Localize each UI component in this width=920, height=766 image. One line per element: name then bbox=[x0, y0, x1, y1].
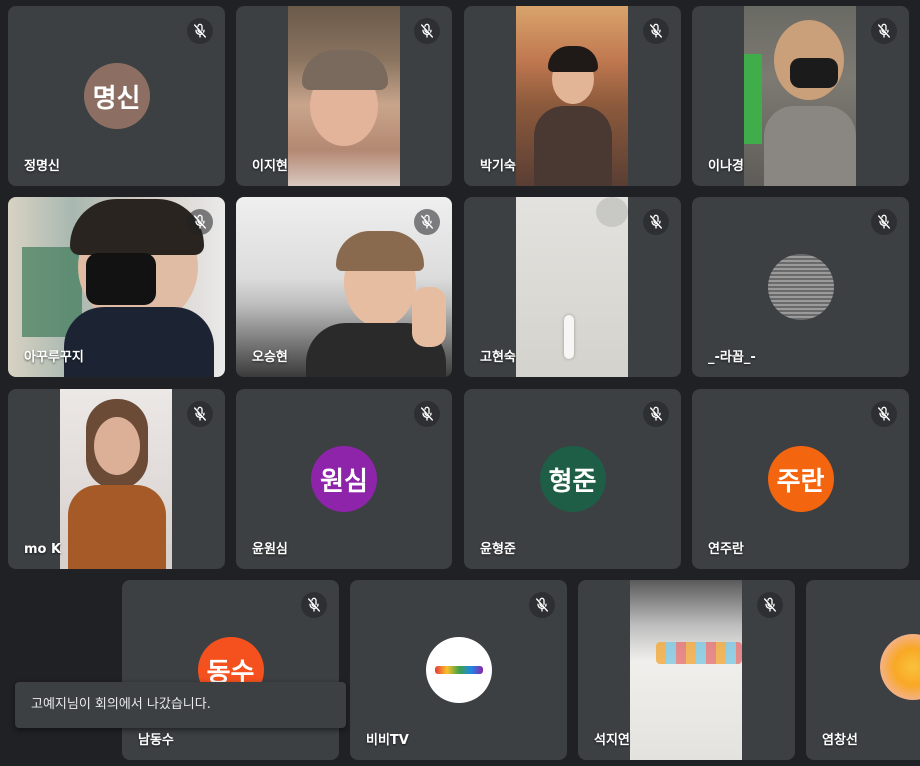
participant-name: 오승현 bbox=[252, 350, 288, 365]
microphone-off-icon bbox=[871, 401, 897, 427]
participant-name: 박기숙 bbox=[480, 159, 516, 174]
participant-tile[interactable]: 박기숙 bbox=[464, 6, 681, 186]
participant-tile[interactable]: 이지현 bbox=[236, 6, 452, 186]
participant-tile[interactable]: _-라꼽_- bbox=[692, 197, 909, 377]
microphone-off-icon bbox=[643, 401, 669, 427]
avatar: 명신 bbox=[83, 63, 150, 129]
participant-name: 석지연 bbox=[594, 733, 630, 748]
video-feed bbox=[516, 197, 628, 377]
participant-name: 남동수 bbox=[138, 733, 174, 748]
participant-tile[interactable]: 석지연 bbox=[578, 580, 795, 760]
participant-name: 고현숙 bbox=[480, 350, 516, 365]
microphone-off-icon bbox=[757, 592, 783, 618]
participant-name: 이지현 bbox=[252, 159, 288, 174]
microphone-off-icon bbox=[414, 401, 440, 427]
video-feed bbox=[630, 580, 742, 760]
video-feed bbox=[288, 6, 400, 186]
video-feed bbox=[744, 6, 856, 186]
participant-name: 이나경 bbox=[708, 159, 744, 174]
participant-tile[interactable]: 명신 정명신 bbox=[8, 6, 225, 186]
microphone-off-icon bbox=[301, 592, 327, 618]
avatar: 주란 bbox=[767, 446, 834, 512]
participant-tile[interactable]: mo K bbox=[8, 389, 225, 569]
microphone-off-icon bbox=[187, 18, 213, 44]
video-feed bbox=[516, 6, 628, 186]
participant-tile[interactable]: 아꾸루꾸지 bbox=[8, 197, 225, 377]
participant-name: 윤형준 bbox=[480, 542, 516, 557]
microphone-off-icon bbox=[643, 209, 669, 235]
avatar: 형준 bbox=[539, 446, 606, 512]
participant-tile[interactable]: 주란 연주란 bbox=[692, 389, 909, 569]
channel-logo bbox=[425, 637, 492, 703]
participant-tile[interactable]: 비비TV bbox=[350, 580, 567, 760]
microphone-off-icon bbox=[529, 592, 555, 618]
participant-tile[interactable]: 원심 윤원심 bbox=[236, 389, 452, 569]
microphone-off-icon bbox=[414, 18, 440, 44]
avatar: 원심 bbox=[311, 446, 377, 512]
participant-name: 아꾸루꾸지 bbox=[24, 350, 84, 365]
participant-tile[interactable]: 오승현 bbox=[236, 197, 452, 377]
participant-name: _-라꼽_- bbox=[708, 350, 756, 365]
microphone-off-icon bbox=[643, 18, 669, 44]
participant-name: mo K bbox=[24, 542, 62, 557]
participant-tile[interactable]: 고현숙 bbox=[464, 197, 681, 377]
participant-name: 비비TV bbox=[366, 733, 409, 748]
avatar-image bbox=[880, 634, 920, 700]
participant-name: 윤원심 bbox=[252, 542, 288, 557]
participant-tile[interactable]: 염창선 bbox=[806, 580, 920, 760]
participant-name: 연주란 bbox=[708, 542, 744, 557]
microphone-off-icon bbox=[187, 209, 213, 235]
participant-name: 정명신 bbox=[24, 159, 60, 174]
microphone-off-icon bbox=[871, 18, 897, 44]
microphone-off-icon bbox=[414, 209, 440, 235]
avatar-image bbox=[767, 254, 834, 320]
leave-notification-toast: 고예지님이 회의에서 나갔습니다. bbox=[15, 682, 346, 728]
microphone-off-icon bbox=[187, 401, 213, 427]
participant-tile[interactable]: 동수 남동수 bbox=[122, 580, 339, 760]
video-feed bbox=[60, 389, 172, 569]
participant-tile[interactable]: 이나경 bbox=[692, 6, 909, 186]
participant-tile[interactable]: 형준 윤형준 bbox=[464, 389, 681, 569]
microphone-off-icon bbox=[871, 209, 897, 235]
participant-name: 염창선 bbox=[822, 733, 858, 748]
toast-message: 고예지님이 회의에서 나갔습니다. bbox=[31, 697, 211, 712]
